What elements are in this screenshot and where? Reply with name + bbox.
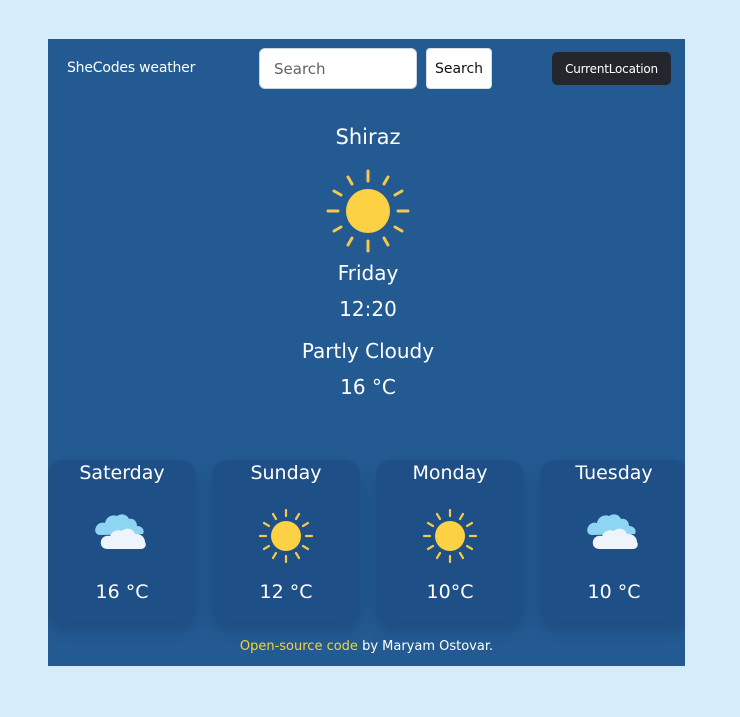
forecast-card: Monday 10°C	[376, 460, 524, 622]
cloud-icon	[95, 514, 146, 549]
forecast-temperature: 10°C	[426, 581, 474, 603]
forecast-day: Monday	[412, 462, 488, 484]
forecast-card: Sunday 12 °C	[212, 460, 360, 622]
weather-app: SheCodes weather Search CurrentLocation …	[48, 39, 685, 666]
forecast-temperature: 10 °C	[587, 581, 641, 603]
footer-author: by Maryam Ostovar.	[357, 639, 494, 654]
sun-icon	[258, 508, 314, 564]
forecast-temperature: 16 °C	[95, 581, 149, 603]
forecast-temperature: 12 °C	[259, 581, 313, 603]
forecast-card: Saterday 16 °C	[48, 460, 196, 622]
search-button[interactable]: Search	[426, 48, 492, 89]
city-name: Shiraz	[335, 125, 401, 149]
forecast-day: Sunday	[250, 462, 322, 484]
brand-title: SheCodes weather	[67, 60, 196, 76]
sun-icon	[422, 508, 478, 564]
weather-description: Partly Cloudy	[301, 339, 435, 363]
cloud-icon	[587, 514, 638, 549]
search-input[interactable]	[259, 48, 417, 89]
forecast-day: Tuesday	[575, 462, 653, 484]
footer: Open-source code by Maryam Ostovar.	[48, 639, 685, 654]
source-code-link[interactable]: Open-source code	[240, 639, 358, 654]
current-temperature: 16 °C	[340, 375, 396, 399]
forecast-day: Saterday	[79, 462, 165, 484]
current-time: 12:20	[339, 297, 397, 321]
current-location-button[interactable]: CurrentLocation	[552, 52, 671, 85]
current-day: Friday	[337, 261, 399, 285]
sun-icon	[326, 169, 410, 253]
forecast-card: Tuesday 10 °C	[540, 460, 685, 622]
